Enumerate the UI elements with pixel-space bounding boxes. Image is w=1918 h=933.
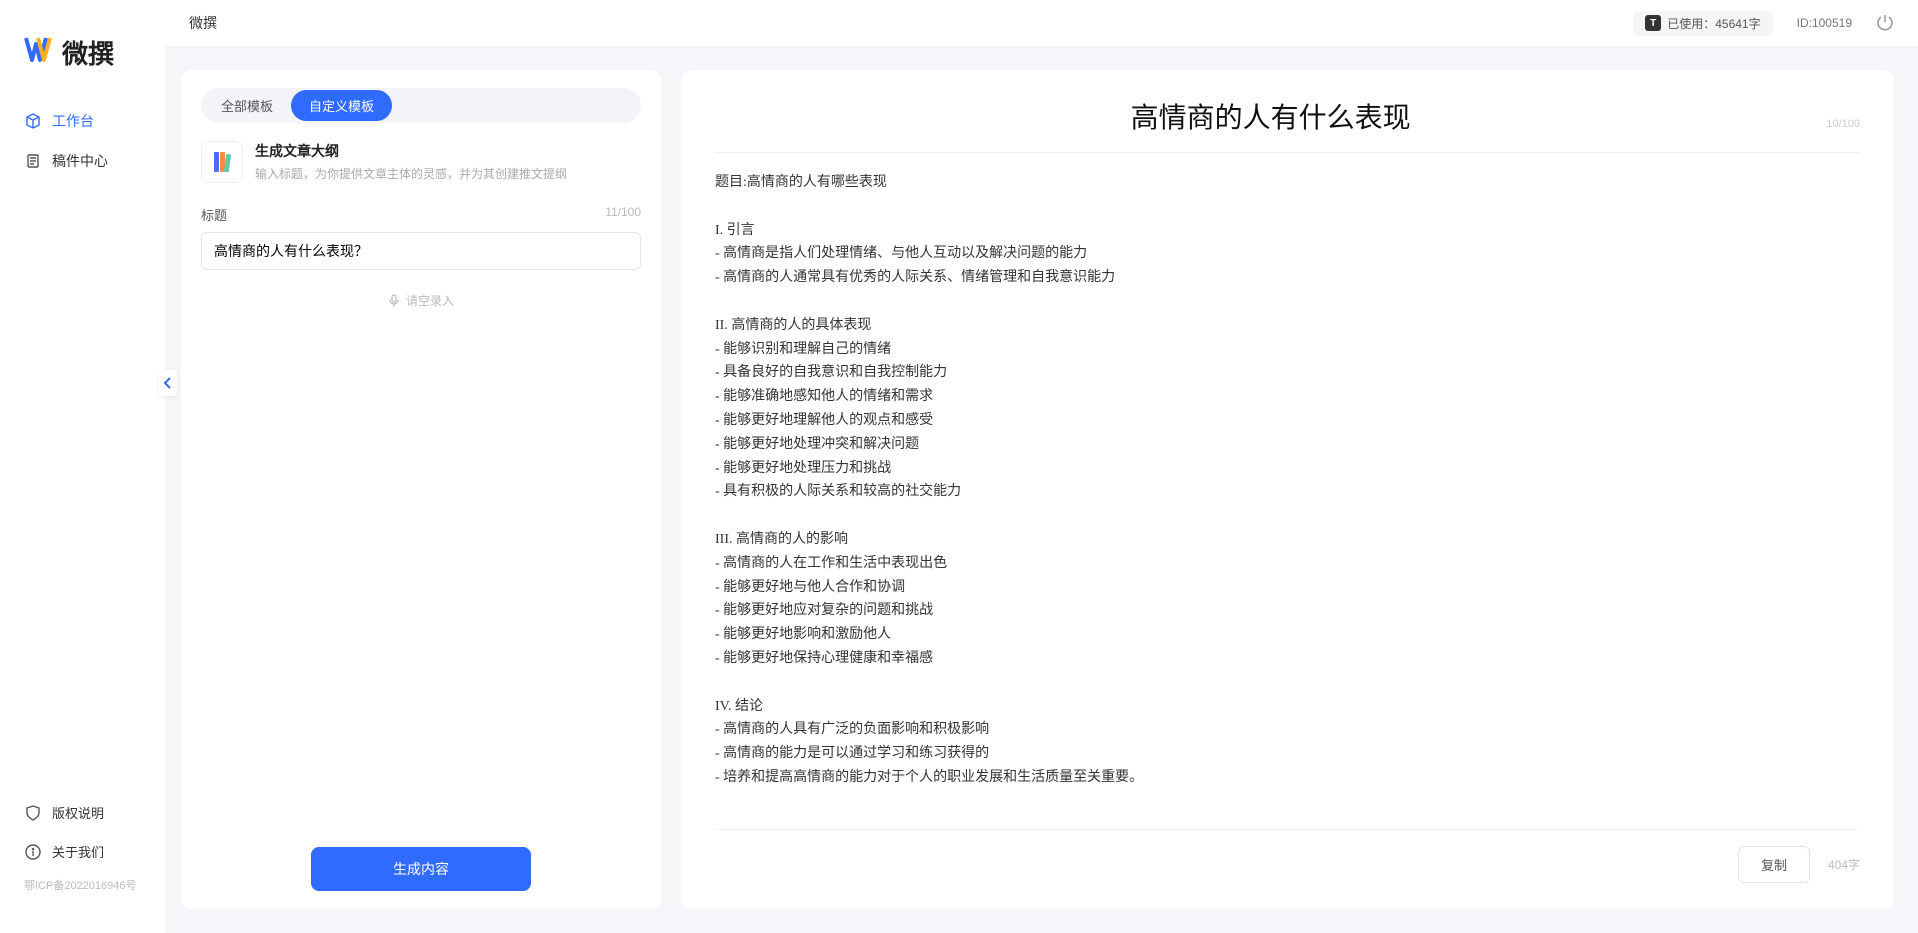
voice-input-label: 请空录入 (406, 292, 454, 309)
left-panel-footer: 生成内容 (201, 827, 641, 891)
main-area: 微撰 T 已使用：45641字 ID:100519 全部模板 自定义模板 (165, 0, 1918, 933)
shield-icon (24, 804, 42, 822)
mic-icon (388, 294, 400, 308)
template-desc: 输入标题，为你提供文章主体的灵感，并为其创建推文提纲 (255, 165, 567, 182)
topbar: 微撰 T 已使用：45641字 ID:100519 (165, 0, 1918, 46)
template-thumb-icon (201, 141, 243, 183)
nav-list: 工作台 稿件中心 (0, 101, 165, 793)
template-card: 生成文章大纲 输入标题，为你提供文章主体的灵感，并为其创建推文提纲 (201, 141, 641, 183)
tab-custom-templates[interactable]: 自定义模板 (291, 90, 392, 121)
right-footer: 复制 404字 (715, 829, 1860, 883)
logo-icon (24, 34, 54, 71)
nav-about[interactable]: 关于我们 (0, 832, 165, 871)
doc-title[interactable]: 高情商的人有什么表现 (715, 96, 1826, 136)
usage-pill[interactable]: T 已使用：45641字 (1633, 11, 1772, 36)
sidebar: 微撰 工作台 稿件中心 版权 (0, 0, 165, 933)
title-label: 标题 (201, 205, 227, 224)
doc-body[interactable]: 题目:高情商的人有哪些表现 I. 引言 - 高情商是指人们处理情绪、与他人互动以… (715, 153, 1860, 790)
collapse-sidebar-button[interactable] (159, 370, 177, 396)
text-icon: T (1645, 15, 1661, 31)
tab-all-templates[interactable]: 全部模板 (203, 90, 291, 121)
title-input[interactable] (201, 232, 641, 270)
copy-button[interactable]: 复制 (1738, 846, 1810, 883)
generate-button[interactable]: 生成内容 (311, 847, 531, 891)
usage-text: 已使用：45641字 (1667, 15, 1760, 32)
chevron-left-icon (163, 377, 173, 389)
nav-label: 工作台 (52, 111, 94, 131)
body-char-count: 404字 (1828, 856, 1860, 873)
app-logo: 微撰 (0, 24, 165, 101)
user-id: ID:100519 (1797, 16, 1852, 30)
nav-label: 关于我们 (52, 842, 104, 861)
template-tabs: 全部模板 自定义模板 (201, 88, 641, 123)
cube-icon (24, 112, 42, 130)
sidebar-footer: 版权说明 关于我们 鄂ICP备2022016946号 (0, 793, 165, 909)
icp-text: 鄂ICP备2022016946号 (0, 871, 165, 899)
title-field-label-row: 标题 11/100 (201, 205, 641, 224)
nav-drafts[interactable]: 稿件中心 (0, 141, 165, 181)
doc-icon (24, 152, 42, 170)
doc-title-row: 高情商的人有什么表现 10/100 (715, 96, 1860, 153)
template-title: 生成文章大纲 (255, 141, 567, 161)
page-title: 微撰 (189, 13, 1633, 33)
title-char-count: 11/100 (605, 205, 641, 224)
nav-workbench[interactable]: 工作台 (0, 101, 165, 141)
right-panel: 高情商的人有什么表现 10/100 题目:高情商的人有哪些表现 I. 引言 - … (681, 70, 1894, 909)
workspace: 全部模板 自定义模板 生成文章大纲 输入标题，为你提供文章主体的灵感，并为其创建… (165, 46, 1918, 933)
nav-label: 版权说明 (52, 803, 104, 822)
info-icon (24, 843, 42, 861)
app-name: 微撰 (62, 34, 114, 71)
voice-input-button[interactable]: 请空录入 (201, 292, 641, 309)
nav-label: 稿件中心 (52, 151, 108, 171)
power-icon[interactable] (1876, 13, 1894, 34)
nav-copyright[interactable]: 版权说明 (0, 793, 165, 832)
left-panel: 全部模板 自定义模板 生成文章大纲 输入标题，为你提供文章主体的灵感，并为其创建… (181, 70, 661, 909)
doc-title-count: 10/100 (1826, 118, 1860, 130)
